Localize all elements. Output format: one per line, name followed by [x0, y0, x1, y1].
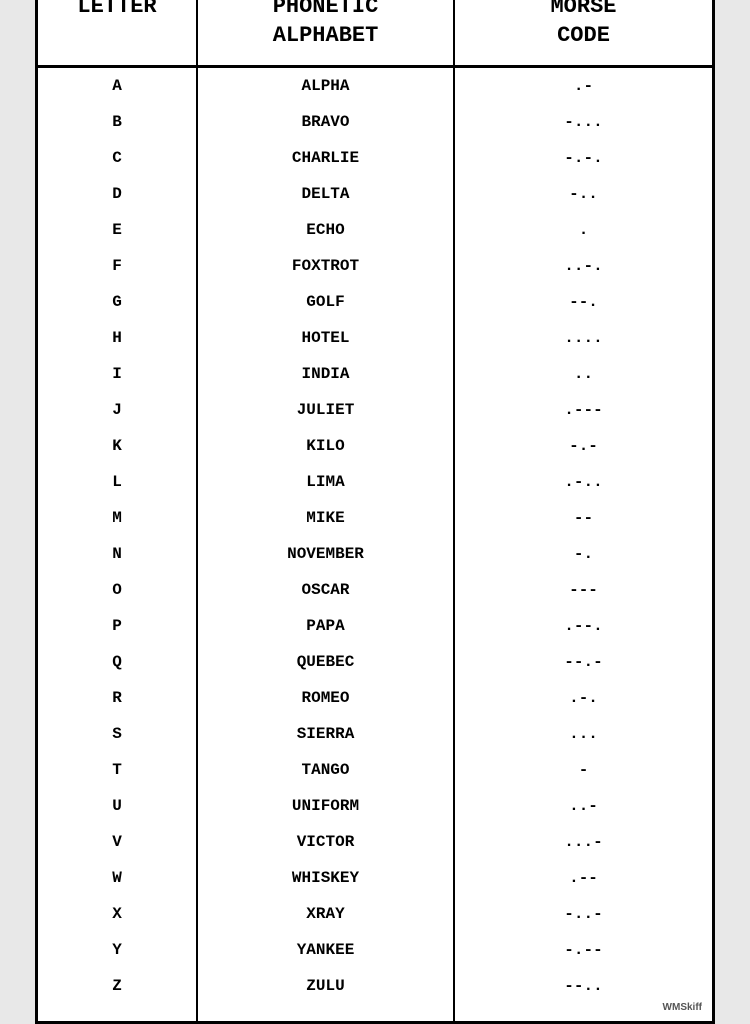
cell-letter: W [38, 860, 198, 896]
cell-phonetic: TANGO [198, 752, 455, 788]
morse-code-table: LETTER PHONETICALPHABET MORSECODE AALPHA… [35, 0, 715, 1024]
cell-phonetic: INDIA [198, 356, 455, 392]
cell-letter: U [38, 788, 198, 824]
cell-letter: O [38, 572, 198, 608]
cell-letter: H [38, 320, 198, 356]
cell-phonetic: XRAY [198, 896, 455, 932]
cell-phonetic: VICTOR [198, 824, 455, 860]
cell-letter: P [38, 608, 198, 644]
cell-morse: -.-. [455, 140, 712, 176]
cell-morse: --- [455, 572, 712, 608]
header-morse: MORSECODE [455, 0, 712, 65]
cell-morse: ... [455, 716, 712, 752]
cell-morse: ...- [455, 824, 712, 860]
cell-phonetic: JULIET [198, 392, 455, 428]
cell-morse: --.- [455, 644, 712, 680]
cell-letter: N [38, 536, 198, 572]
cell-phonetic: WHISKEY [198, 860, 455, 896]
cell-morse: -... [455, 104, 712, 140]
cell-phonetic: ECHO [198, 212, 455, 248]
cell-phonetic: SIERRA [198, 716, 455, 752]
cell-morse: .... [455, 320, 712, 356]
cell-morse: .--. [455, 608, 712, 644]
cell-letter: T [38, 752, 198, 788]
cell-letter: B [38, 104, 198, 140]
header-phonetic: PHONETICALPHABET [198, 0, 455, 65]
cell-phonetic: MIKE [198, 500, 455, 536]
cell-phonetic: FOXTROT [198, 248, 455, 284]
cell-phonetic: HOTEL [198, 320, 455, 356]
table-body: AALPHA.-BBRAVO-...CCHARLIE-.-.DDELTA-..E… [38, 68, 712, 1021]
cell-letter: M [38, 500, 198, 536]
cell-letter: A [38, 68, 198, 104]
cell-letter: Y [38, 932, 198, 968]
cell-morse: - [455, 752, 712, 788]
cell-letter: R [38, 680, 198, 716]
cell-morse: -..- [455, 896, 712, 932]
cell-letter: L [38, 464, 198, 500]
cell-letter: D [38, 176, 198, 212]
cell-letter: I [38, 356, 198, 392]
cell-morse: . [455, 212, 712, 248]
cell-phonetic: ZULU [198, 968, 455, 1021]
cell-phonetic: ROMEO [198, 680, 455, 716]
watermark: WMSkiff [663, 1000, 702, 1015]
cell-letter: C [38, 140, 198, 176]
cell-phonetic: PAPA [198, 608, 455, 644]
cell-morse: .-. [455, 680, 712, 716]
cell-letter: V [38, 824, 198, 860]
cell-phonetic: KILO [198, 428, 455, 464]
cell-phonetic: OSCAR [198, 572, 455, 608]
cell-letter: E [38, 212, 198, 248]
cell-morse: -.-- [455, 932, 712, 968]
cell-morse: -. [455, 536, 712, 572]
cell-phonetic: LIMA [198, 464, 455, 500]
cell-morse: -.- [455, 428, 712, 464]
cell-phonetic: UNIFORM [198, 788, 455, 824]
cell-phonetic: QUEBEC [198, 644, 455, 680]
cell-morse: .--- [455, 392, 712, 428]
cell-phonetic: BRAVO [198, 104, 455, 140]
cell-letter: Q [38, 644, 198, 680]
cell-letter: Z [38, 968, 198, 1021]
cell-morse: --..WMSkiff [455, 968, 712, 1021]
cell-phonetic: NOVEMBER [198, 536, 455, 572]
cell-letter: S [38, 716, 198, 752]
cell-letter: G [38, 284, 198, 320]
cell-phonetic: DELTA [198, 176, 455, 212]
cell-phonetic: YANKEE [198, 932, 455, 968]
cell-letter: X [38, 896, 198, 932]
table-header: LETTER PHONETICALPHABET MORSECODE [38, 0, 712, 68]
cell-morse: -- [455, 500, 712, 536]
header-letter: LETTER [38, 0, 198, 65]
cell-morse: -.. [455, 176, 712, 212]
cell-phonetic: GOLF [198, 284, 455, 320]
cell-morse: .-- [455, 860, 712, 896]
cell-morse: ..-. [455, 248, 712, 284]
cell-letter: K [38, 428, 198, 464]
cell-morse: ..- [455, 788, 712, 824]
cell-phonetic: ALPHA [198, 68, 455, 104]
cell-letter: J [38, 392, 198, 428]
cell-morse: .- [455, 68, 712, 104]
cell-morse: .. [455, 356, 712, 392]
cell-phonetic: CHARLIE [198, 140, 455, 176]
cell-letter: F [38, 248, 198, 284]
cell-morse: --. [455, 284, 712, 320]
cell-morse: .-.. [455, 464, 712, 500]
